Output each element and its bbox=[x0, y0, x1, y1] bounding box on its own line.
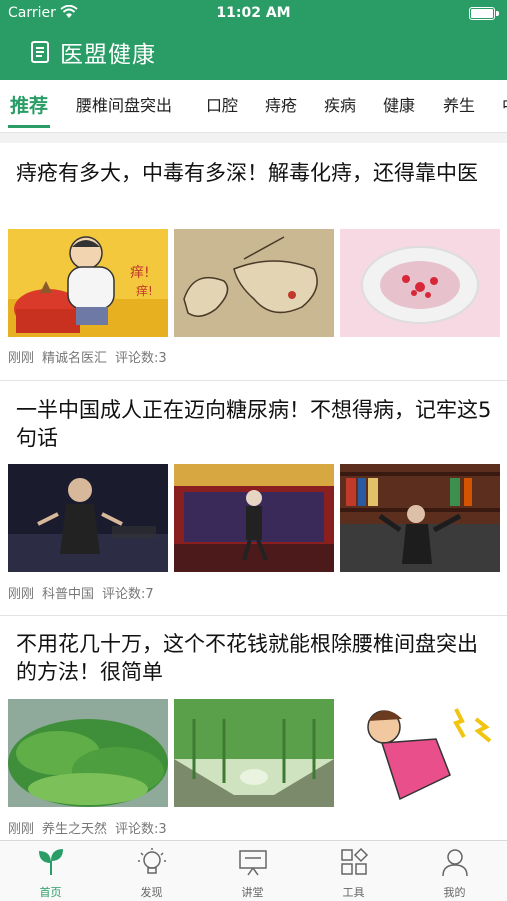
lightbulb-icon bbox=[138, 848, 166, 874]
tab-active-indicator bbox=[8, 125, 50, 128]
article-title[interactable]: 不用花几十万，这个不花钱就能根除腰椎间盘突出的方法！很简单 bbox=[16, 630, 496, 686]
article-card[interactable]: 痔疮有多大，中毒有多深！解毒化痔，还得靠中医 痒! 痒! 刚刚 精诚名医汇 评论… bbox=[0, 143, 507, 380]
section-gap bbox=[0, 133, 507, 143]
app-header: Carrier 11:02 AM 医盟健康 bbox=[0, 0, 507, 80]
category-tabs: 推荐 腰椎间盘突出 口腔 痔疮 疾病 健康 养生 中 bbox=[0, 80, 507, 133]
article-meta: 刚刚 科普中国 评论数:7 bbox=[8, 583, 162, 602]
lecture-screen-icon bbox=[239, 850, 267, 876]
tab-oral[interactable]: 口腔 bbox=[206, 80, 238, 132]
tab-more[interactable]: 中 bbox=[502, 80, 507, 132]
article-comments: 评论数:7 bbox=[102, 587, 154, 602]
green-vegetables-image[interactable] bbox=[8, 699, 168, 807]
status-time: 11:02 AM bbox=[216, 5, 291, 21]
battery-icon bbox=[469, 7, 495, 20]
tabbar-lecture[interactable]: 讲堂 bbox=[202, 841, 303, 901]
app-title-text: 医盟健康 bbox=[60, 42, 156, 68]
tabbar-label: 我的 bbox=[443, 886, 466, 899]
tabbar-home[interactable]: 首页 bbox=[0, 841, 101, 901]
tv-speaker-image[interactable] bbox=[8, 464, 168, 572]
article-meta: 刚刚 养生之天然 评论数:3 bbox=[8, 818, 175, 837]
article-comments: 评论数:3 bbox=[115, 822, 167, 837]
tab-hemorrhoids[interactable]: 痔疮 bbox=[265, 80, 297, 132]
svg-text:痒!: 痒! bbox=[136, 283, 153, 298]
user-icon bbox=[442, 849, 468, 877]
tabbar-label: 发现 bbox=[140, 886, 163, 899]
status-bar: Carrier 11:02 AM bbox=[0, 0, 507, 28]
article-comments: 评论数:3 bbox=[115, 351, 167, 366]
svg-text:痒!: 痒! bbox=[130, 265, 150, 281]
tools-grid-icon bbox=[341, 847, 369, 875]
article-title[interactable]: 一半中国成人正在迈向糖尿病！不想得病，记牢这5句话 bbox=[16, 396, 496, 452]
article-source: 精诚名医汇 bbox=[42, 351, 108, 366]
article-source: 养生之天然 bbox=[42, 822, 108, 837]
sprout-icon bbox=[39, 849, 63, 875]
hand-sketch-image[interactable] bbox=[174, 229, 334, 337]
cartoon-man-eating-image[interactable]: 痒! 痒! bbox=[8, 229, 168, 337]
tabbar-label: 讲堂 bbox=[241, 886, 264, 899]
bookshelf-speaker-image[interactable] bbox=[340, 464, 500, 572]
tabbar-tools[interactable]: 工具 bbox=[303, 841, 404, 901]
tabbar-label: 首页 bbox=[39, 886, 62, 899]
article-source: 科普中国 bbox=[42, 587, 95, 602]
tab-wellness[interactable]: 养生 bbox=[443, 80, 475, 132]
article-card[interactable]: 一半中国成人正在迈向糖尿病！不想得病，记牢这5句话 刚刚 科普中国 评论数:7 bbox=[0, 381, 507, 615]
app-title: 医盟健康 bbox=[30, 36, 156, 68]
tabbar-discover[interactable]: 发现 bbox=[101, 841, 202, 901]
vine-tunnel-image[interactable] bbox=[174, 699, 334, 807]
article-card[interactable]: 不用花几十万，这个不花钱就能根除腰椎间盘突出的方法！很简单 刚刚 养生之天然 评… bbox=[0, 616, 507, 840]
tabbar-profile[interactable]: 我的 bbox=[404, 841, 505, 901]
document-icon bbox=[31, 41, 49, 63]
tab-health[interactable]: 健康 bbox=[383, 80, 415, 132]
bottom-tab-bar: 首页 发现 讲堂 工具 我的 bbox=[0, 840, 507, 901]
article-time: 刚刚 bbox=[8, 351, 35, 366]
article-meta: 刚刚 精诚名医汇 评论数:3 bbox=[8, 347, 175, 366]
tab-disease[interactable]: 疾病 bbox=[324, 80, 356, 132]
battery-nub bbox=[496, 11, 499, 16]
back-pain-cartoon-image[interactable] bbox=[340, 699, 500, 807]
article-time: 刚刚 bbox=[8, 587, 35, 602]
stage-performer-image[interactable] bbox=[174, 464, 334, 572]
toilet-petals-image[interactable] bbox=[340, 229, 500, 337]
article-time: 刚刚 bbox=[8, 822, 35, 837]
tab-lumbar-disc[interactable]: 腰椎间盘突出 bbox=[76, 80, 172, 132]
article-title[interactable]: 痔疮有多大，中毒有多深！解毒化痔，还得靠中医 bbox=[16, 159, 496, 187]
tabbar-label: 工具 bbox=[342, 886, 365, 899]
